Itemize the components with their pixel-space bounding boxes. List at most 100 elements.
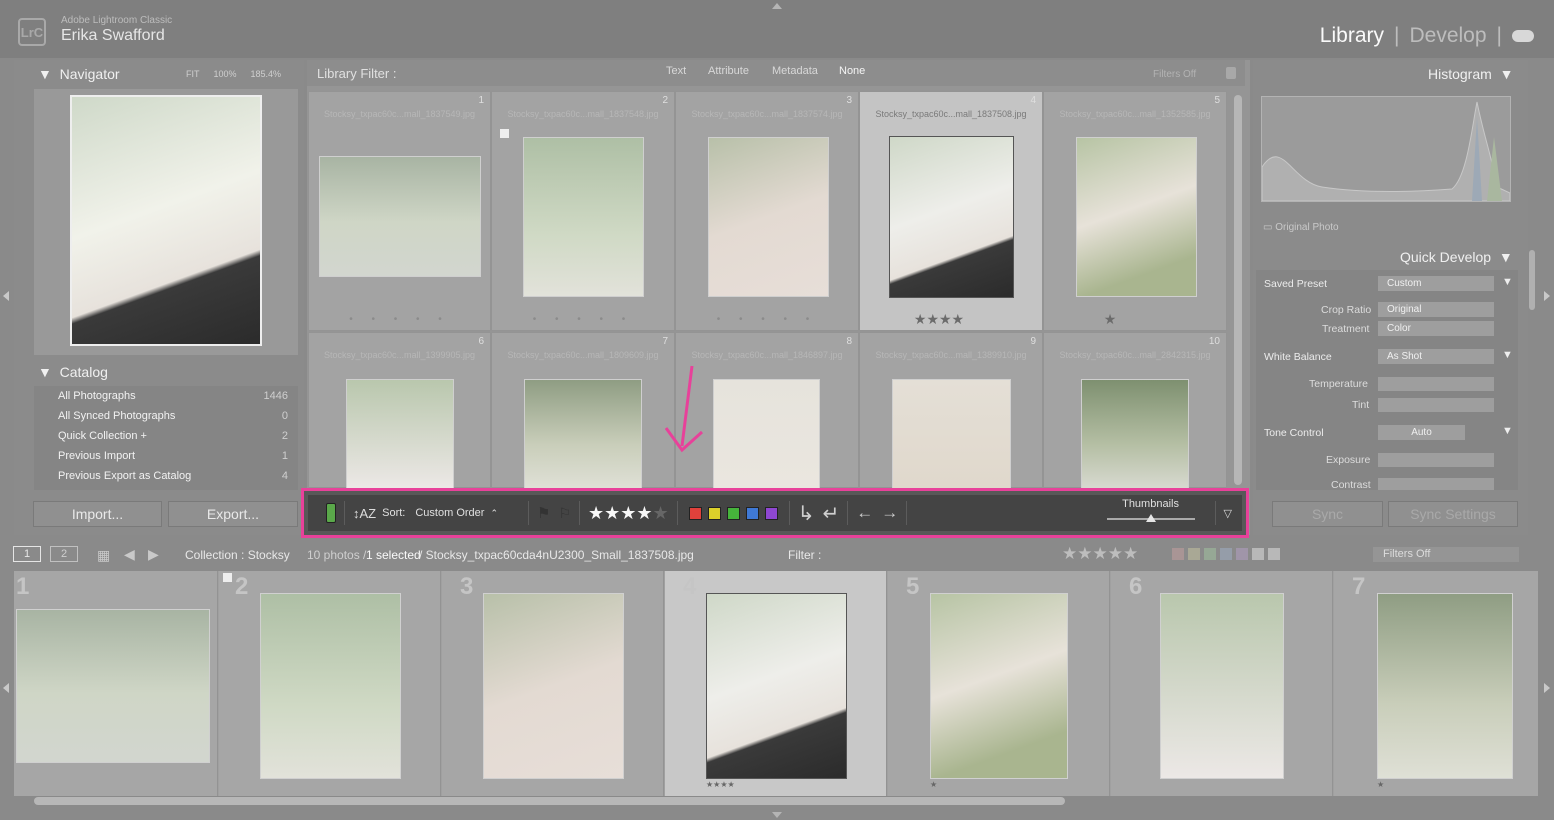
filmstrip-cell[interactable]: 6 <box>1111 571 1333 796</box>
histogram-graph[interactable] <box>1261 96 1511 202</box>
filter-none-tab[interactable]: None <box>839 65 865 77</box>
filmstrip-cell[interactable]: 7 ★ <box>1334 571 1538 796</box>
filmstrip-thumbnail[interactable] <box>706 593 847 779</box>
selected-filename[interactable]: / Stocksy_txpac60cda4nU2300_Small_183750… <box>419 548 694 562</box>
crop-ratio-select[interactable]: Original <box>1378 302 1494 317</box>
filmstrip-thumbnail[interactable] <box>1377 593 1513 779</box>
cloud-icon[interactable] <box>1512 30 1534 42</box>
grid-cell[interactable]: 6 Stocksy_txpac60c...mall_1399905.jpg <box>308 332 491 489</box>
zoom-100[interactable]: 100% <box>214 69 237 79</box>
filter-color-blue[interactable] <box>1220 548 1232 560</box>
grid-cell[interactable]: 10 Stocksy_txpac60c...mall_2842315.jpg <box>1043 332 1227 489</box>
filmstrip-cell-selected[interactable]: 4 ★★★★ <box>665 571 887 796</box>
rating-dots[interactable]: • • • • • <box>676 314 858 325</box>
color-label-green[interactable] <box>726 506 740 520</box>
tint-stepper[interactable] <box>1378 398 1494 412</box>
photo-thumbnail[interactable] <box>1081 379 1189 489</box>
filter-color-none[interactable] <box>1252 548 1264 560</box>
filter-metadata-tab[interactable]: Metadata <box>772 65 818 77</box>
photo-thumbnail[interactable] <box>708 137 829 297</box>
sync-button[interactable]: Sync <box>1272 501 1383 527</box>
grid-cell[interactable]: 2 Stocksy_txpac60c...mall_1837548.jpg • … <box>491 91 675 331</box>
histogram-header[interactable]: Histogram ▼ <box>1428 66 1513 82</box>
catalog-item[interactable]: Quick Collection + 2 <box>58 430 288 442</box>
catalog-item[interactable]: All Synced Photographs 0 <box>58 410 288 422</box>
filter-color-labels[interactable] <box>1172 548 1280 560</box>
sort-direction-icon[interactable]: ↕AZ <box>353 506 376 521</box>
zoom-185[interactable]: 185.4% <box>251 69 282 79</box>
filmstrip-thumbnail[interactable] <box>260 593 401 779</box>
contrast-stepper[interactable] <box>1378 478 1494 490</box>
white-balance-select[interactable]: As Shot <box>1378 349 1494 364</box>
filter-text-tab[interactable]: Text <box>666 65 686 77</box>
flag-pick-icon[interactable]: ⚑ <box>537 504 550 522</box>
right-panel-scrollbar[interactable] <box>1529 250 1535 310</box>
catalog-header[interactable]: ▼ Catalog <box>38 364 108 380</box>
navigator-image[interactable] <box>70 95 262 346</box>
navigator-header[interactable]: ▼ Navigator <box>38 66 120 82</box>
collapse-right-panel-icon[interactable] <box>1544 291 1550 301</box>
collapse-top-panel-icon[interactable] <box>772 3 782 9</box>
flag-icon[interactable] <box>500 129 509 138</box>
module-library[interactable]: Library <box>1320 24 1384 48</box>
star-rating-empty[interactable]: ★ <box>653 503 669 524</box>
back-arrow-icon[interactable]: ◀ <box>124 546 135 563</box>
forward-arrow-icon[interactable]: ▶ <box>148 546 159 563</box>
filmstrip-thumbnail[interactable] <box>483 593 624 779</box>
auto-tone-button[interactable]: Auto <box>1378 425 1465 440</box>
grid-cell[interactable]: 7 Stocksy_txpac60c...mall_1809609.jpg <box>491 332 675 489</box>
grid-cell-selected[interactable]: 4 Stocksy_txpac60c...mall_1837508.jpg ★★… <box>859 91 1043 331</box>
filmstrip-scroll-right-icon[interactable] <box>1544 683 1550 693</box>
photo-thumbnail[interactable] <box>713 379 820 489</box>
temperature-stepper[interactable] <box>1378 377 1494 391</box>
filter-color-purple[interactable] <box>1236 548 1248 560</box>
filter-color-green[interactable] <box>1204 548 1216 560</box>
filmstrip-cell[interactable]: 1 <box>14 571 218 796</box>
filter-color-yellow[interactable] <box>1188 548 1200 560</box>
rotate-right-icon[interactable]: ↵ <box>822 501 839 526</box>
sync-settings-button[interactable]: Sync Settings <box>1388 501 1518 527</box>
photo-thumbnail[interactable] <box>523 137 644 297</box>
flag-icon[interactable] <box>223 573 232 582</box>
next-photo-icon[interactable]: → <box>881 503 898 523</box>
primary-window-button[interactable]: 1 <box>13 546 41 562</box>
import-button[interactable]: Import... <box>33 501 162 527</box>
collapse-bottom-panel-icon[interactable] <box>772 812 782 818</box>
filter-star-rating[interactable]: ★★★★★ <box>1062 544 1138 564</box>
flag-reject-icon[interactable]: ⚐ <box>558 505 571 522</box>
rating-dots[interactable]: • • • • • <box>309 314 490 325</box>
exposure-stepper[interactable] <box>1378 453 1494 467</box>
filters-off-dropdown[interactable]: Filters Off <box>1153 69 1196 80</box>
photo-thumbnail[interactable] <box>524 379 642 489</box>
rotate-left-icon[interactable]: ↳ <box>798 501 815 526</box>
tone-control-toggle-icon[interactable]: ▼ <box>1502 425 1513 437</box>
filmstrip-cell[interactable]: 5 ★ <box>888 571 1110 796</box>
color-label-blue[interactable] <box>745 506 759 520</box>
grid-view-icon[interactable]: ▦ <box>97 547 110 564</box>
grid-cell[interactable]: 1 Stocksy_txpac60c...mall_1837549.jpg • … <box>308 91 491 331</box>
quick-develop-header[interactable]: Quick Develop ▼ <box>1400 249 1513 265</box>
sort-dropdown-icon[interactable]: ⌃ <box>490 508 498 519</box>
zoom-fit[interactable]: FIT <box>186 69 200 79</box>
filmstrip-cell[interactable]: 3 <box>442 571 664 796</box>
photo-thumbnail[interactable] <box>889 136 1014 298</box>
rating-dots[interactable]: • • • • • <box>492 314 674 325</box>
catalog-item[interactable]: Previous Export as Catalog 4 <box>58 470 288 482</box>
filmstrip-filters-dropdown[interactable]: Filters Off <box>1373 547 1519 562</box>
collection-label[interactable]: Collection : Stocksy <box>185 548 290 562</box>
filmstrip-cell[interactable]: 2 <box>219 571 441 796</box>
export-button[interactable]: Export... <box>168 501 298 527</box>
filter-color-red[interactable] <box>1172 548 1184 560</box>
painter-icon[interactable] <box>326 503 336 523</box>
lock-icon[interactable] <box>1226 67 1236 79</box>
treatment-select[interactable]: Color <box>1378 321 1494 336</box>
white-balance-toggle-icon[interactable]: ▼ <box>1502 349 1513 361</box>
grid-cell[interactable]: 3 Stocksy_txpac60c...mall_1837574.jpg • … <box>675 91 859 331</box>
filmstrip-thumbnail[interactable] <box>930 593 1068 779</box>
sort-order-select[interactable]: Custom Order <box>415 507 484 519</box>
module-develop[interactable]: Develop <box>1409 24 1486 48</box>
catalog-item[interactable]: Previous Import 1 <box>58 450 288 462</box>
photo-thumbnail[interactable] <box>1076 137 1197 297</box>
toolbar-options-icon[interactable]: ▽ <box>1224 507 1232 520</box>
star-rating-filled[interactable]: ★★★★ <box>588 503 653 524</box>
